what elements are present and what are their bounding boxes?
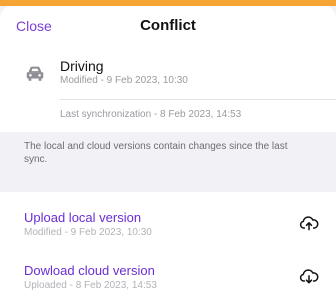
item-title: Driving: [60, 58, 104, 74]
conflict-item-card: Driving Modified - 9 Feb 2023, 10:30 Las…: [0, 48, 336, 132]
actions-list: Upload local version Modified - 9 Feb 20…: [0, 192, 336, 300]
upload-local-label: Upload local version: [24, 210, 142, 225]
upload-local-button[interactable]: Upload local version Modified - 9 Feb 20…: [0, 204, 336, 254]
conflict-note: The local and cloud versions contain cha…: [0, 132, 336, 192]
upload-local-sub: Modified - 9 Feb 2023, 10:30: [24, 227, 152, 238]
page-title: Conflict: [140, 17, 196, 34]
last-sync-text: Last synchronization - 8 Feb 2023, 14:53: [60, 109, 242, 120]
cloud-download-icon: [299, 269, 319, 284]
cloud-upload-icon: [299, 216, 319, 231]
download-cloud-sub: Uploaded - 8 Feb 2023, 14:53: [24, 280, 157, 291]
download-cloud-label: Dowload cloud version: [24, 263, 155, 278]
car-icon: [26, 66, 44, 81]
download-cloud-button[interactable]: Dowload cloud version Uploaded - 8 Feb 2…: [0, 257, 336, 300]
conflict-sheet: Close Conflict Driving Modified - 9 Feb …: [0, 0, 336, 300]
item-modified: Modified - 9 Feb 2023, 10:30: [60, 75, 188, 86]
header: Close Conflict: [0, 6, 336, 48]
divider: [60, 99, 336, 100]
